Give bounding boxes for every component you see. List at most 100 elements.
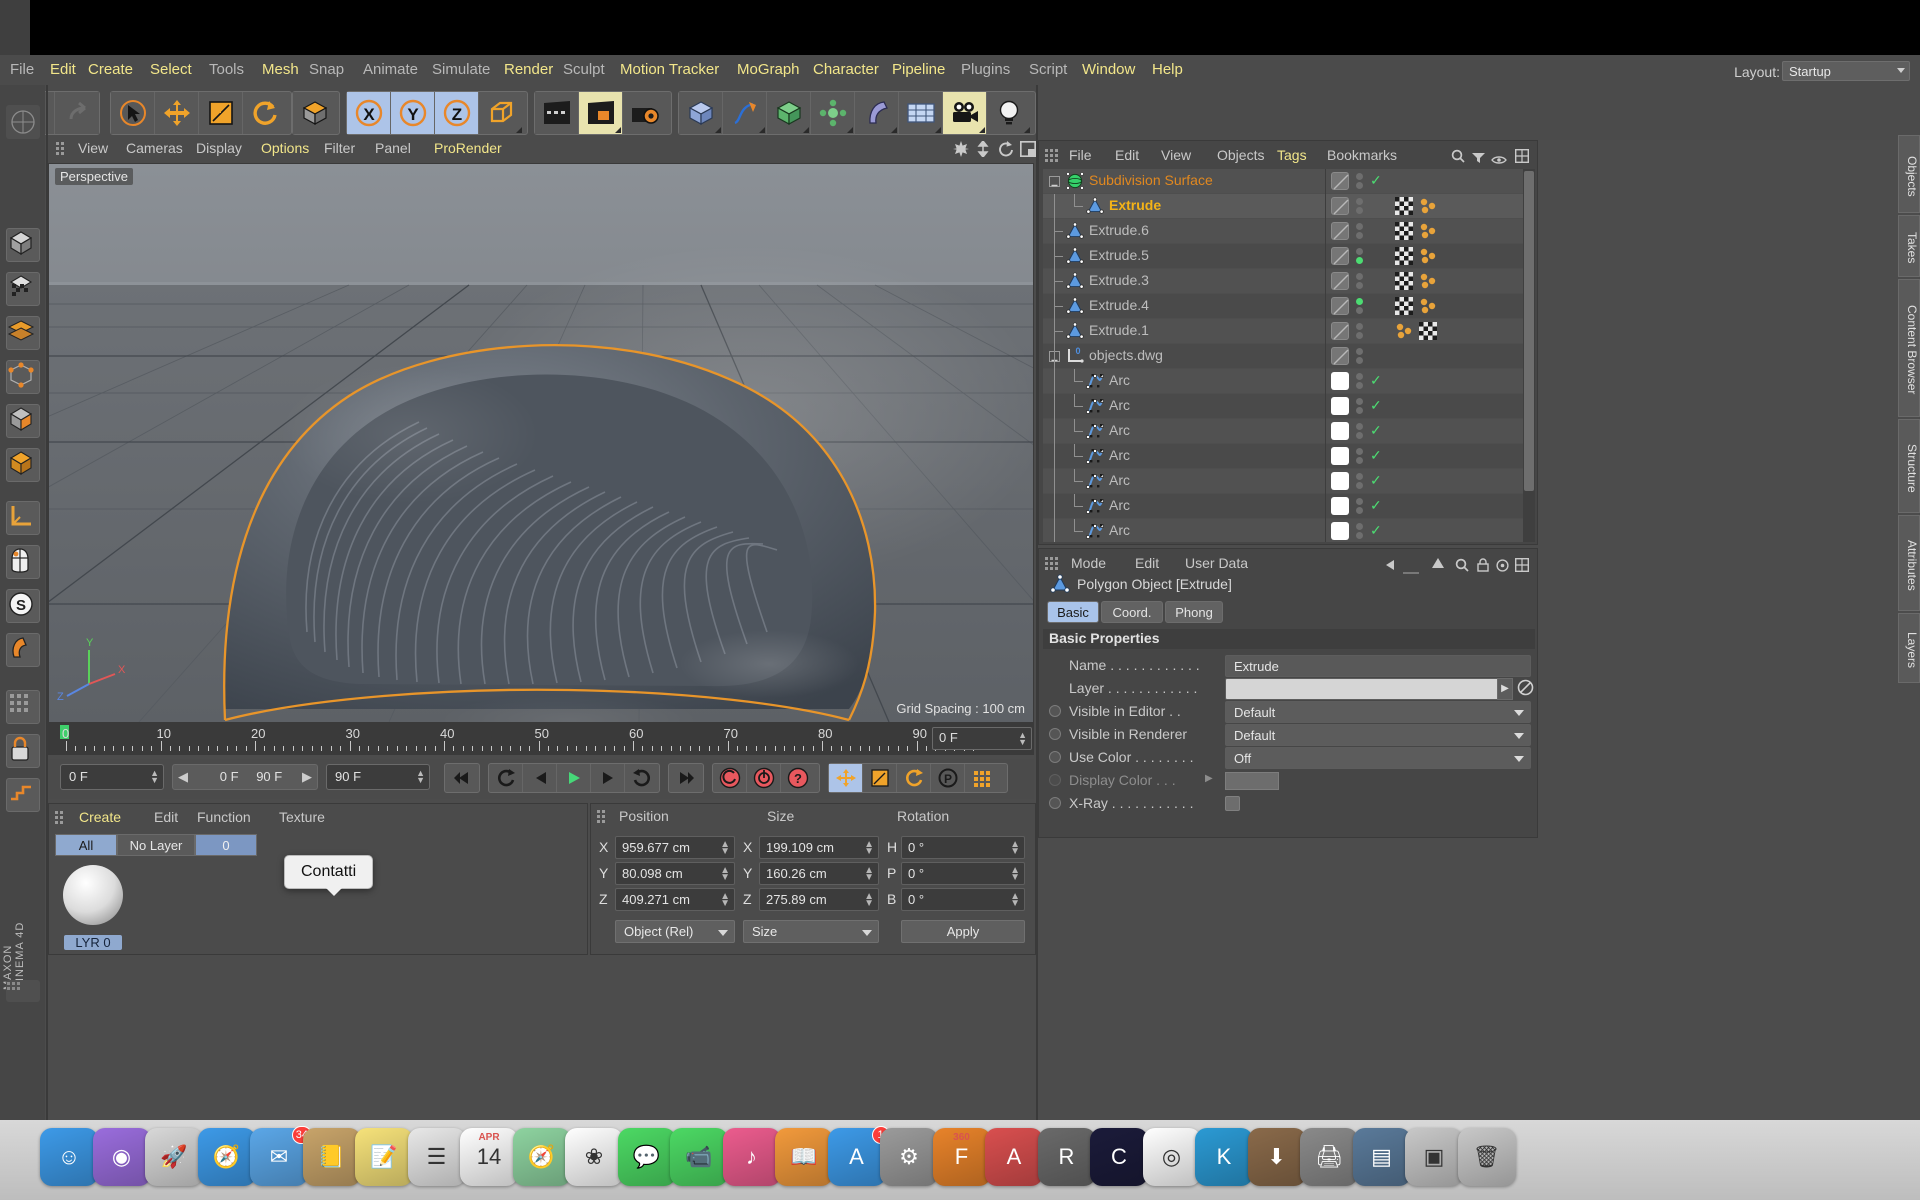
menu-item-help[interactable]: Help bbox=[1152, 60, 1183, 80]
phong-tag-icon[interactable] bbox=[1395, 322, 1413, 340]
phong-tag-icon[interactable] bbox=[1419, 247, 1437, 265]
right-tab-layers[interactable]: Layers bbox=[1898, 613, 1920, 683]
visibility-dot[interactable] bbox=[1356, 373, 1363, 380]
visibility-dot[interactable] bbox=[1356, 223, 1363, 230]
property-dropdown[interactable]: Default bbox=[1225, 724, 1531, 746]
property-value-layer[interactable] bbox=[1225, 678, 1505, 700]
object-row[interactable]: Subdivision Surface ✓ bbox=[1043, 169, 1535, 193]
dock-item-itunes[interactable]: ♪ bbox=[722, 1128, 781, 1186]
current-frame-field[interactable]: 0 F ▲ ▼ bbox=[932, 727, 1032, 750]
apply-button[interactable]: Apply bbox=[901, 920, 1025, 943]
menu-item-window[interactable]: Window bbox=[1082, 60, 1135, 80]
visibility-dot[interactable] bbox=[1356, 198, 1363, 205]
dock-item-calendar[interactable]: 14 APR bbox=[460, 1128, 518, 1186]
property-dropdown[interactable]: Default bbox=[1225, 701, 1531, 723]
object-name[interactable]: Extrude.1 bbox=[1089, 322, 1149, 338]
dock-item-appstore[interactable]: A1 bbox=[827, 1126, 890, 1186]
dock-item-finder[interactable]: ☺ bbox=[40, 1128, 98, 1186]
object-row[interactable]: Extrude.1 bbox=[1043, 319, 1535, 344]
visibility-dots[interactable] bbox=[1356, 273, 1364, 291]
layout-icon[interactable] bbox=[1514, 557, 1530, 577]
rotation-field-p[interactable]: 0 ° ▲ ▼ bbox=[901, 862, 1025, 885]
expander-collapse-icon[interactable] bbox=[1049, 176, 1060, 187]
menu-item-script[interactable]: Script bbox=[1029, 60, 1067, 80]
phong-tag-icon[interactable] bbox=[1419, 297, 1437, 315]
range-left-arrow-icon[interactable]: ◀ bbox=[178, 769, 188, 785]
dock-item-launchpad[interactable]: 🚀 bbox=[145, 1128, 203, 1186]
object-mode-button[interactable] bbox=[293, 92, 337, 134]
dock-item-safari[interactable]: 🧭 bbox=[197, 1128, 256, 1186]
stepper-icon[interactable]: ▲ ▼ bbox=[1010, 840, 1020, 857]
up-level-icon[interactable] bbox=[1431, 557, 1445, 575]
visibility-swatch[interactable] bbox=[1331, 372, 1349, 390]
visibility-swatch[interactable] bbox=[1331, 197, 1349, 215]
object-name[interactable]: Arc bbox=[1109, 472, 1130, 488]
object-name[interactable]: Arc bbox=[1109, 522, 1130, 538]
world-object-coordinate-button[interactable] bbox=[479, 92, 523, 134]
visibility-dots[interactable] bbox=[1356, 248, 1364, 266]
visibility-dots[interactable] bbox=[1356, 423, 1364, 441]
dock-item-siri[interactable]: ◉ bbox=[92, 1128, 151, 1186]
lt-polygons-mode[interactable] bbox=[6, 448, 40, 482]
visibility-dots[interactable] bbox=[1356, 173, 1364, 191]
enable-check-icon[interactable]: ✓ bbox=[1370, 497, 1382, 514]
object-menu-objects[interactable]: Objects bbox=[1217, 147, 1264, 163]
visibility-swatch[interactable] bbox=[1331, 422, 1349, 440]
visibility-swatch[interactable] bbox=[1331, 222, 1349, 240]
timeline-ruler[interactable]: 0 10 20 30 40 50 60 70 80 90 bbox=[48, 723, 1034, 755]
material-menu-texture[interactable]: Texture bbox=[279, 809, 325, 825]
layer-arrow-button[interactable]: ▶ bbox=[1497, 678, 1513, 700]
property-radio[interactable] bbox=[1049, 705, 1061, 717]
visibility-dots[interactable] bbox=[1356, 323, 1364, 341]
position-key-button[interactable] bbox=[829, 764, 863, 792]
visibility-dot[interactable] bbox=[1356, 423, 1363, 430]
object-name[interactable]: Extrude bbox=[1109, 197, 1161, 213]
scale-tool[interactable] bbox=[199, 92, 243, 134]
object-row[interactable]: Arc ✓ bbox=[1043, 369, 1535, 394]
stepper-icon[interactable]: ▲ ▼ bbox=[864, 866, 874, 883]
object-row[interactable]: Arc ✓ bbox=[1043, 494, 1535, 519]
object-name[interactable]: Arc bbox=[1109, 422, 1130, 438]
visibility-swatch[interactable] bbox=[1331, 497, 1349, 515]
add-light-button[interactable] bbox=[987, 92, 1031, 134]
live-selection-tool[interactable] bbox=[111, 92, 155, 134]
object-menu-edit[interactable]: Edit bbox=[1115, 147, 1139, 163]
stepper-icon[interactable]: ▲ ▼ bbox=[1010, 892, 1020, 909]
visibility-dot[interactable] bbox=[1356, 498, 1363, 505]
viewport-move-icon[interactable] bbox=[953, 141, 969, 157]
object-row[interactable]: Extrude.4 bbox=[1043, 294, 1535, 319]
position-field-z[interactable]: 409.271 cm ▲ ▼ bbox=[615, 888, 735, 911]
menu-item-edit[interactable]: Edit bbox=[50, 60, 76, 80]
menu-item-motion-tracker[interactable]: Motion Tracker bbox=[620, 60, 719, 80]
object-name[interactable]: Extrude.4 bbox=[1089, 297, 1149, 313]
visibility-swatch[interactable] bbox=[1331, 247, 1349, 265]
visibility-dot[interactable] bbox=[1356, 398, 1363, 405]
lt-quantize[interactable] bbox=[6, 778, 40, 812]
visibility-dots[interactable] bbox=[1356, 448, 1364, 466]
object-name[interactable]: Arc bbox=[1109, 497, 1130, 513]
menu-item-mograph[interactable]: MoGraph bbox=[737, 60, 800, 80]
position-field-y[interactable]: 80.098 cm ▲ ▼ bbox=[615, 862, 735, 885]
menu-item-simulate[interactable]: Simulate bbox=[432, 60, 490, 80]
dock-item-facetime[interactable]: 📹 bbox=[670, 1128, 728, 1186]
right-tab-content-browser[interactable]: Content Browser bbox=[1898, 279, 1920, 417]
render-view-button[interactable] bbox=[535, 92, 579, 134]
dock-item-keyshot[interactable]: K bbox=[1195, 1128, 1253, 1186]
layout-icon[interactable] bbox=[1514, 148, 1530, 168]
visibility-dots[interactable] bbox=[1356, 298, 1364, 316]
lt-axis-lock[interactable] bbox=[6, 545, 40, 579]
rotate-tool[interactable] bbox=[243, 92, 287, 134]
start-frame-field[interactable]: 0 F ▲ ▼ bbox=[60, 764, 164, 790]
right-tab-takes[interactable]: Takes bbox=[1898, 215, 1920, 277]
visibility-swatch[interactable] bbox=[1331, 447, 1349, 465]
visibility-dots[interactable] bbox=[1356, 523, 1364, 541]
attributes-menu-mode[interactable]: Mode bbox=[1071, 555, 1106, 571]
viewport-3d[interactable]: Y X Z Perspective Grid Spacing : 100 cm bbox=[48, 163, 1034, 723]
redo-button[interactable] bbox=[55, 92, 99, 134]
add-camera-button[interactable] bbox=[943, 92, 987, 134]
visibility-dot[interactable] bbox=[1356, 507, 1363, 514]
menu-item-animate[interactable]: Animate bbox=[363, 60, 418, 80]
visibility-swatch[interactable] bbox=[1331, 347, 1349, 365]
object-menu-file[interactable]: File bbox=[1069, 147, 1092, 163]
dock-item-chrome[interactable]: ◎ bbox=[1142, 1128, 1201, 1186]
